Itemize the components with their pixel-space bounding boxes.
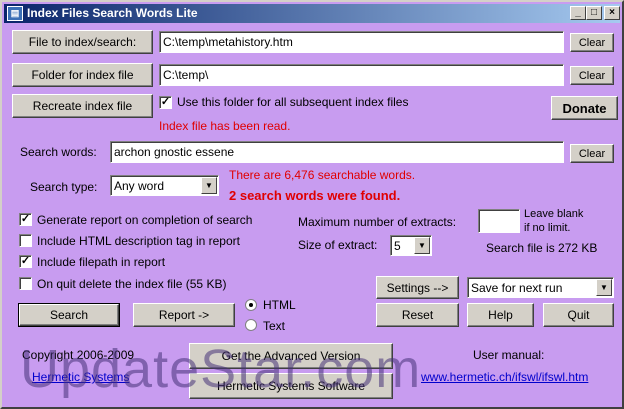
- file-clear-button[interactable]: Clear: [570, 33, 614, 52]
- search-words-input[interactable]: archon gnostic essene: [110, 141, 564, 163]
- use-folder-label: Use this folder for all subsequent index…: [177, 95, 409, 109]
- report-button[interactable]: Report ->: [133, 303, 235, 327]
- leave-blank-hint: Leave blank: [524, 208, 584, 220]
- run-options-select[interactable]: Save for next run ▼: [467, 277, 614, 298]
- text-format-label: Text: [263, 319, 286, 333]
- html-format-label: HTML: [263, 298, 296, 312]
- hermetic-systems-link[interactable]: Hermetic Systems: [32, 370, 129, 384]
- delete-index-checkbox[interactable]: [19, 277, 32, 290]
- search-button[interactable]: Search: [18, 303, 120, 327]
- searchable-words-message: There are 6,476 searchable words.: [229, 168, 416, 182]
- run-options-value: Save for next run: [471, 281, 563, 295]
- include-filepath-checkbox[interactable]: ✓: [19, 255, 32, 268]
- max-extracts-label: Maximum number of extracts:: [298, 215, 457, 229]
- search-file-size: Search file is 272 KB: [486, 241, 598, 255]
- settings-button[interactable]: Settings -->: [376, 276, 459, 299]
- include-description-label: Include HTML description tag in report: [37, 234, 240, 248]
- use-folder-checkbox[interactable]: ✓: [159, 96, 172, 109]
- generate-report-label: Generate report on completion of search: [37, 213, 253, 227]
- chevron-down-icon: ▼: [414, 237, 430, 254]
- donate-button[interactable]: Donate: [551, 96, 618, 120]
- no-limit-hint: if no limit.: [524, 222, 571, 234]
- hermetic-software-button[interactable]: Hermetic Systems Software: [189, 373, 393, 399]
- copyright-text: Copyright 2006-2009: [22, 348, 135, 362]
- reset-button[interactable]: Reset: [376, 303, 459, 327]
- user-manual-label: User manual:: [473, 348, 545, 362]
- file-path-input[interactable]: C:\temp\metahistory.htm: [159, 31, 564, 53]
- found-words-message: 2 search words were found.: [229, 188, 401, 203]
- extract-size-value: 5: [394, 239, 401, 253]
- window-title: Index Files Search Words Lite: [27, 6, 198, 20]
- folder-for-index-button[interactable]: Folder for index file: [12, 63, 153, 87]
- advanced-version-button[interactable]: Get the Advanced Version: [189, 343, 393, 369]
- app-icon: ▤: [7, 6, 23, 21]
- minimize-button[interactable]: _: [570, 6, 586, 20]
- html-format-radio[interactable]: [245, 299, 257, 311]
- folder-clear-button[interactable]: Clear: [570, 66, 614, 85]
- search-type-label: Search type:: [30, 180, 98, 194]
- include-description-checkbox[interactable]: [19, 234, 32, 247]
- include-filepath-label: Include filepath in report: [37, 255, 166, 269]
- chevron-down-icon: ▼: [596, 279, 612, 296]
- close-button[interactable]: ×: [604, 6, 620, 20]
- help-button[interactable]: Help: [467, 303, 534, 327]
- delete-index-label: On quit delete the index file (55 KB): [37, 277, 227, 291]
- file-to-index-button[interactable]: File to index/search:: [12, 30, 153, 54]
- user-manual-link[interactable]: www.hermetic.ch/ifswl/ifswl.htm: [421, 370, 588, 384]
- app-window: ▤ Index Files Search Words Lite _ □ × Fi…: [0, 0, 624, 409]
- generate-report-checkbox[interactable]: ✓: [19, 213, 32, 226]
- search-words-label: Search words:: [20, 145, 97, 159]
- extract-size-label: Size of extract:: [298, 238, 378, 252]
- max-extracts-input[interactable]: [478, 209, 520, 233]
- search-type-value: Any word: [114, 179, 165, 193]
- search-type-select[interactable]: Any word ▼: [110, 175, 219, 196]
- search-words-clear-button[interactable]: Clear: [570, 144, 614, 163]
- quit-button[interactable]: Quit: [543, 303, 614, 327]
- text-format-radio[interactable]: [245, 319, 257, 331]
- recreate-index-button[interactable]: Recreate index file: [12, 94, 153, 118]
- maximize-button[interactable]: □: [586, 6, 602, 20]
- extract-size-select[interactable]: 5 ▼: [390, 235, 432, 256]
- chevron-down-icon: ▼: [201, 177, 217, 194]
- folder-path-input[interactable]: C:\temp\: [159, 64, 564, 86]
- status-message: Index file has been read.: [159, 119, 291, 133]
- title-bar: ▤ Index Files Search Words Lite _ □ ×: [4, 4, 620, 23]
